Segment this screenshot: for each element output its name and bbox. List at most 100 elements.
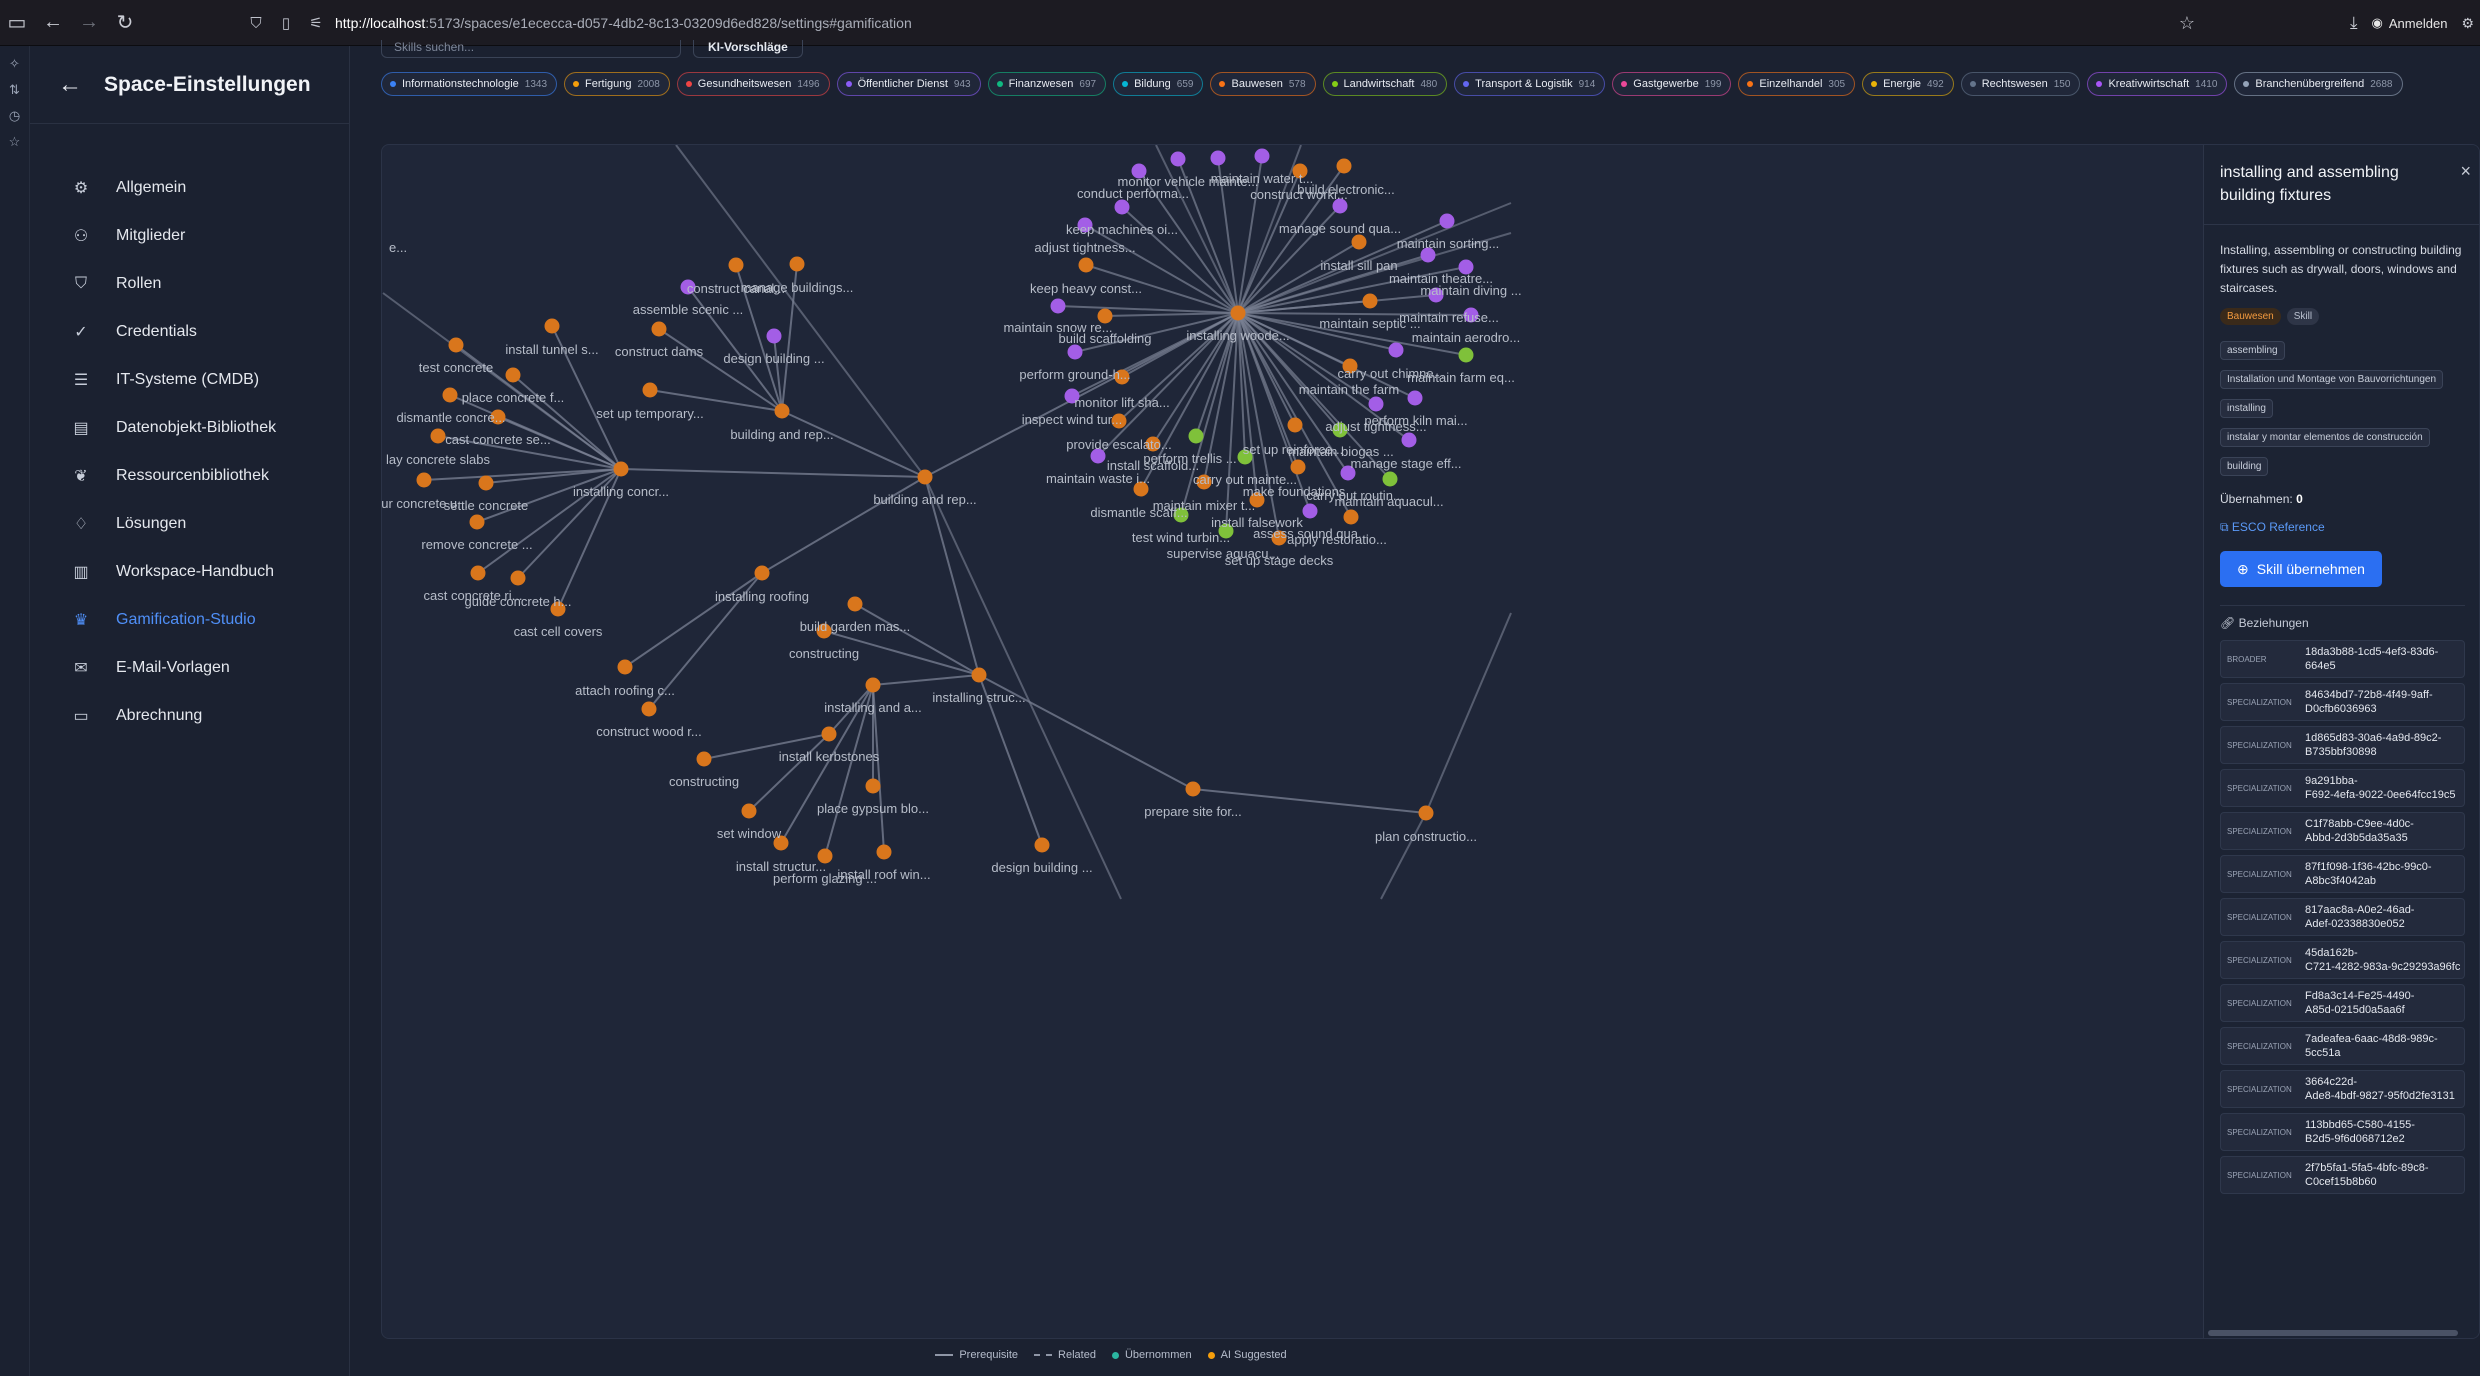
graph-node[interactable]: [651, 321, 667, 337]
assistant-icon[interactable]: ✧: [0, 56, 29, 72]
industry-chip[interactable]: Bildung 659: [1113, 72, 1204, 96]
graph-node[interactable]: [469, 514, 485, 530]
graph-node[interactable]: [789, 256, 805, 272]
relation-row[interactable]: SPECIALIZATION 84634bd7-72b8-4f49-9aff- D…: [2220, 683, 2465, 721]
relation-row[interactable]: SPECIALIZATION 1d865d83-30a6-4a9d-89c2- B…: [2220, 726, 2465, 764]
relation-row[interactable]: SPECIALIZATION Fd8a3c14-Fe25-4490- A85d-0…: [2220, 984, 2465, 1022]
graph-node[interactable]: [728, 257, 744, 273]
sidebar-item-allgemein[interactable]: ⚙ Allgemein: [70, 168, 186, 208]
sidebar-toggle-icon[interactable]: ▭: [2, 8, 32, 38]
graph-node[interactable]: [1188, 428, 1204, 444]
graph-node[interactable]: [821, 726, 837, 742]
back-arrow-icon[interactable]: ←: [38, 8, 68, 38]
ai-suggestions-button[interactable]: KI-Vorschläge: [693, 40, 803, 58]
sync-icon[interactable]: ⇅: [0, 82, 29, 98]
graph-node[interactable]: [741, 803, 757, 819]
graph-node[interactable]: [1458, 347, 1474, 363]
graph-node[interactable]: [1287, 417, 1303, 433]
graph-node[interactable]: [448, 337, 464, 353]
bookmarks-icon[interactable]: ☆: [0, 134, 29, 150]
industry-chip[interactable]: Gastgewerbe 199: [1612, 72, 1732, 96]
skill-graph[interactable]: e... test concrete install tunnel s... plac…: [382, 145, 2203, 1339]
graph-node[interactable]: [1351, 234, 1367, 250]
graph-node[interactable]: [470, 565, 486, 581]
graph-node[interactable]: [865, 677, 881, 693]
graph-node[interactable]: [1067, 344, 1083, 360]
skill-search-input[interactable]: Skills suchen...: [381, 40, 681, 58]
close-icon[interactable]: ×: [2460, 161, 2471, 182]
adopt-skill-button[interactable]: ⊕ Skill übernehmen: [2220, 551, 2382, 587]
skill-graph-panel[interactable]: e... test concrete install tunnel s... plac…: [381, 144, 2480, 1339]
industry-chip[interactable]: Landwirtschaft 480: [1322, 72, 1448, 96]
industry-chip[interactable]: Kreativwirtschaft 1410: [2087, 72, 2228, 96]
relation-row[interactable]: SPECIALIZATION 87f1f098-1f36-42bc-99c0- A…: [2220, 855, 2465, 893]
graph-node[interactable]: [1343, 509, 1359, 525]
bookmark-star-icon[interactable]: ☆: [2179, 13, 2195, 34]
relation-row[interactable]: BROADER 18da3b88-1cd5-4ef3-83d6-664e5: [2220, 640, 2465, 678]
graph-node[interactable]: [544, 318, 560, 334]
graph-node[interactable]: [1254, 148, 1270, 164]
relation-row[interactable]: SPECIALIZATION C1f78abb-C9ee-4d0c- Abbd-2…: [2220, 812, 2465, 850]
graph-node[interactable]: [1210, 150, 1226, 166]
sidebar-item-credentials[interactable]: ✓ Credentials: [70, 312, 197, 352]
industry-chip[interactable]: Transport & Logistik 914: [1454, 72, 1606, 96]
signin-button[interactable]: ◉ Anmelden: [2372, 15, 2448, 31]
graph-node[interactable]: [917, 469, 933, 485]
graph-node[interactable]: [1418, 805, 1434, 821]
graph-node[interactable]: [1336, 158, 1352, 174]
graph-node[interactable]: [1078, 257, 1094, 273]
horizontal-scrollbar[interactable]: [2208, 1330, 2458, 1336]
settings-icon[interactable]: ⚙: [2461, 15, 2474, 32]
history-icon[interactable]: ◷: [0, 108, 29, 124]
relation-row[interactable]: SPECIALIZATION 9a291bba- F692-4efa-9022-0…: [2220, 769, 2465, 807]
graph-node[interactable]: [1185, 781, 1201, 797]
graph-node[interactable]: [1401, 432, 1417, 448]
industry-chip[interactable]: Gesundheitswesen 1496: [676, 72, 830, 96]
esco-reference-link[interactable]: ⧉ ESCO Reference: [2220, 520, 2465, 535]
graph-node[interactable]: [1230, 305, 1246, 321]
industry-chip[interactable]: Branchenübergreifend 2688: [2234, 72, 2403, 96]
graph-node[interactable]: [754, 565, 770, 581]
graph-node[interactable]: [847, 596, 863, 612]
industry-chip[interactable]: Finanzwesen 697: [987, 72, 1107, 96]
graph-node[interactable]: [774, 403, 790, 419]
graph-node[interactable]: [1388, 342, 1404, 358]
address-bar[interactable]: ⛉ ▯ ⚟ http://localhost:5173/spaces/e1ece…: [245, 8, 2195, 38]
graph-node[interactable]: [971, 667, 987, 683]
sidebar-item-gamification-studio[interactable]: ♛ Gamification-Studio: [70, 600, 256, 640]
graph-node[interactable]: [1382, 471, 1398, 487]
graph-node[interactable]: [617, 659, 633, 675]
sidebar-item-it-systeme-cmdb[interactable]: ☰ IT-Systeme (CMDB): [70, 360, 259, 400]
graph-node[interactable]: [865, 778, 881, 794]
graph-node[interactable]: [430, 428, 446, 444]
relation-row[interactable]: SPECIALIZATION 113bbd65-C580-4155- B2d5-9…: [2220, 1113, 2465, 1151]
sidebar-item-rollen[interactable]: ⛉ Rollen: [70, 264, 161, 304]
graph-node[interactable]: [1368, 396, 1384, 412]
graph-node[interactable]: [696, 751, 712, 767]
relation-row[interactable]: SPECIALIZATION 2f7b5fa1-5fa5-4bfc-89c8- C…: [2220, 1156, 2465, 1194]
graph-node[interactable]: [505, 367, 521, 383]
industry-chip[interactable]: Öffentlicher Dienst 943: [836, 72, 981, 96]
relation-row[interactable]: SPECIALIZATION 7adeafea-6aac-48d8-989c-5c…: [2220, 1027, 2465, 1065]
industry-chip[interactable]: Bauwesen 578: [1210, 72, 1316, 96]
relation-row[interactable]: SPECIALIZATION 45da162b- C721-4282-983a-9…: [2220, 941, 2465, 979]
graph-node[interactable]: [510, 570, 526, 586]
graph-node[interactable]: [1034, 837, 1050, 853]
graph-node[interactable]: [416, 472, 432, 488]
sidebar-item-mitglieder[interactable]: ⚇ Mitglieder: [70, 216, 186, 256]
graph-node[interactable]: [478, 475, 494, 491]
reload-icon[interactable]: ↻: [110, 8, 140, 38]
industry-chip[interactable]: Energie 492: [1862, 72, 1954, 96]
sidebar-item-workspace-handbuch[interactable]: ▥ Workspace-Handbuch: [70, 552, 274, 592]
graph-node[interactable]: [613, 461, 629, 477]
graph-node[interactable]: [1302, 503, 1318, 519]
relation-row[interactable]: SPECIALIZATION 817aac8a-A0e2-46ad- Adef-0…: [2220, 898, 2465, 936]
sidebar-item-lösungen[interactable]: ♢ Lösungen: [70, 504, 186, 544]
graph-node[interactable]: [1050, 298, 1066, 314]
graph-node[interactable]: [1407, 390, 1423, 406]
back-arrow-icon[interactable]: ←: [58, 71, 82, 99]
graph-node[interactable]: [442, 387, 458, 403]
sidebar-item-datenobjekt-bibliothek[interactable]: ▤ Datenobjekt-Bibliothek: [70, 408, 276, 448]
graph-node[interactable]: [1170, 151, 1186, 167]
industry-chip[interactable]: Einzelhandel 305: [1738, 72, 1856, 96]
